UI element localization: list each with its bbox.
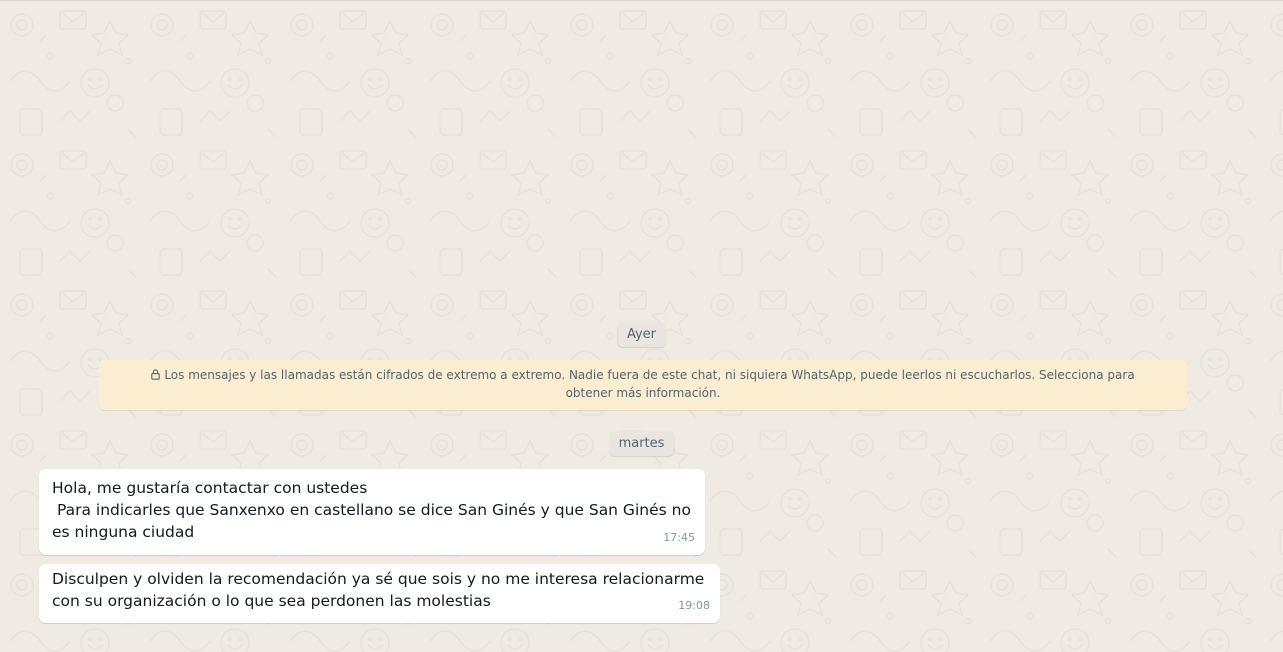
message-text: Disculpen y olviden la recomendación ya … — [52, 570, 710, 610]
incoming-message-bubble[interactable]: Disculpen y olviden la recomendación ya … — [39, 564, 720, 623]
date-separator-tuesday: martes — [608, 431, 675, 456]
message-timestamp: 19:08 — [678, 599, 710, 612]
encryption-notice-text: Los mensajes y las llamadas están cifrad… — [164, 368, 1135, 400]
message-text: Hola, me gustaría contactar con ustedes … — [52, 479, 691, 541]
lock-icon — [151, 368, 161, 385]
incoming-message-bubble[interactable]: Hola, me gustaría contactar con ustedes … — [39, 469, 705, 555]
encryption-notice[interactable]: Los mensajes y las llamadas están cifrad… — [99, 360, 1187, 410]
chat-conversation-panel[interactable]: Ayer Los mensajes y las llamadas están c… — [0, 0, 1283, 652]
message-timestamp: 17:45 — [663, 531, 695, 544]
date-separator-yesterday: Ayer — [616, 322, 667, 347]
